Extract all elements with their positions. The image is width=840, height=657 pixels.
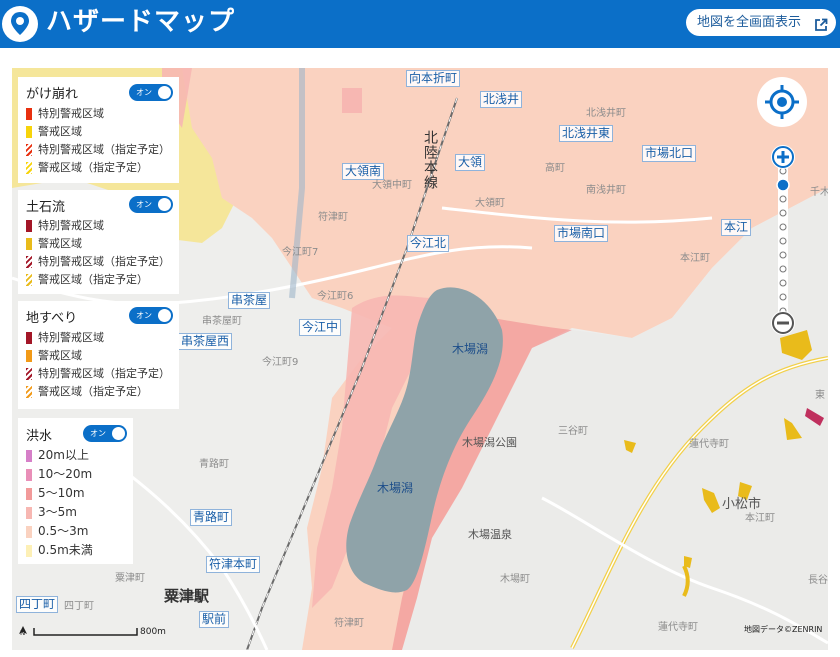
lake-label: 木場潟 bbox=[452, 342, 489, 356]
toggle-knob bbox=[112, 427, 125, 440]
map-label: 青路町 bbox=[199, 459, 229, 470]
map-label: 符津町 bbox=[334, 618, 364, 629]
legend-title: がけ崩れ bbox=[26, 87, 79, 102]
station-label: 粟津駅 bbox=[164, 587, 210, 605]
legend-landslide: がけ崩れ オン 特別警戒区域 警戒区域 特別警戒区域（指定予定） 警戒区域（指定… bbox=[18, 77, 179, 183]
map-label: 高町 bbox=[545, 163, 565, 174]
land-slip-toggle[interactable]: オン bbox=[129, 307, 173, 324]
debris-flow-toggle[interactable]: オン bbox=[129, 196, 173, 213]
minus-icon bbox=[772, 312, 794, 334]
map-label: 本江 bbox=[721, 219, 752, 236]
toggle-knob bbox=[158, 309, 171, 322]
plus-icon bbox=[772, 146, 794, 168]
page-title: ハザードマップ bbox=[46, 7, 236, 37]
map-label: 今江町9 bbox=[262, 357, 299, 368]
toggle-label: オン bbox=[90, 429, 106, 438]
map-label: 符津町 bbox=[318, 212, 348, 223]
map-label: 粟津町 bbox=[115, 573, 145, 584]
map-label: 大領中町 bbox=[372, 180, 412, 191]
lake-label: 木場潟 bbox=[377, 481, 414, 495]
map-label: 木場温泉 bbox=[468, 528, 512, 541]
map-label: 市場南口 bbox=[554, 225, 609, 242]
zoom-slider-knob bbox=[776, 178, 790, 192]
zoom-in-button[interactable] bbox=[771, 145, 795, 169]
map-label: 東 bbox=[815, 390, 825, 401]
landslide-toggle[interactable]: オン bbox=[129, 84, 173, 101]
toggle-knob bbox=[158, 198, 171, 211]
map-label: 本江町 bbox=[745, 513, 775, 524]
map-credit: 地図データ©ZENRIN bbox=[744, 625, 823, 634]
map-label: 四丁町 bbox=[16, 596, 59, 613]
rail-line-label: 北陸本線 bbox=[422, 130, 438, 190]
map-label: 本江町 bbox=[680, 253, 710, 264]
map-label: 大領町 bbox=[475, 198, 505, 209]
map-pin-icon bbox=[2, 6, 38, 42]
map-label: 木場潟公園 bbox=[462, 436, 517, 449]
map-label: 千木 bbox=[810, 187, 828, 198]
current-location-icon bbox=[765, 85, 799, 119]
map-label: 串茶屋町 bbox=[202, 316, 242, 327]
map-label: 駅前 bbox=[199, 611, 230, 628]
map-label: 今江北 bbox=[407, 235, 450, 252]
map-label: 長谷 bbox=[808, 575, 828, 586]
map-label: 蓮代寺町 bbox=[689, 439, 729, 450]
current-location-button[interactable] bbox=[757, 77, 807, 127]
app-header: ハザードマップ 地図を全画面表示 bbox=[0, 0, 840, 48]
map-label: 三谷町 bbox=[558, 426, 588, 437]
map-label: 木場町 bbox=[500, 574, 530, 585]
fullscreen-map-label: 地図を全画面表示 bbox=[697, 15, 802, 30]
zoom-slider[interactable] bbox=[770, 145, 796, 335]
map-label: 北浅井 bbox=[480, 91, 523, 108]
legend-title: 地すべり bbox=[26, 311, 78, 326]
map-label: 符津本町 bbox=[206, 556, 261, 573]
map-label: 南浅井町 bbox=[586, 185, 626, 196]
toggle-label: オン bbox=[136, 200, 152, 209]
map-label: 今江町6 bbox=[317, 291, 354, 302]
toggle-knob bbox=[158, 86, 171, 99]
toggle-label: オン bbox=[136, 311, 152, 320]
map-label: 串茶屋西 bbox=[178, 333, 233, 350]
map-label: 四丁町 bbox=[64, 601, 94, 612]
scale-label: 800m bbox=[140, 627, 166, 637]
legend-flood: 洪水 オン 20m以上 10〜20m 5〜10m 3〜5m 0.5〜3m 0.5… bbox=[18, 418, 133, 564]
legend-title: 洪水 bbox=[26, 429, 53, 444]
map-label: 大領 bbox=[455, 154, 486, 171]
legend-land-slip: 地すべり オン 特別警戒区域 警戒区域 特別警戒区域（指定予定） 警戒区域（指定… bbox=[18, 301, 179, 409]
map-label: 串茶屋 bbox=[228, 292, 271, 309]
fullscreen-map-button[interactable]: 地図を全画面表示 bbox=[686, 9, 836, 36]
map-label: 蓮代寺町 bbox=[658, 622, 698, 633]
north-label: N bbox=[20, 629, 26, 637]
flood-toggle[interactable]: オン bbox=[83, 425, 127, 442]
external-link-icon bbox=[814, 15, 828, 42]
map-label: 市場北口 bbox=[642, 145, 697, 162]
toggle-label: オン bbox=[136, 88, 152, 97]
map-scale-bar: N 800m bbox=[18, 624, 168, 640]
map-label: 青路町 bbox=[190, 509, 233, 526]
scale-line bbox=[33, 628, 138, 636]
zoom-out-button[interactable] bbox=[771, 311, 795, 335]
map-label: 今江中 bbox=[299, 319, 342, 336]
map-label: 北浅井東 bbox=[559, 125, 614, 142]
map-label: 向本折町 bbox=[406, 70, 461, 87]
map-label: 北浅井町 bbox=[586, 108, 626, 119]
zoom-track bbox=[776, 157, 790, 323]
map-label: 今江町7 bbox=[282, 247, 319, 258]
legend-debris-flow: 土石流 オン 特別警戒区域 警戒区域 特別警戒区域（指定予定） 警戒区域（指定予… bbox=[18, 190, 179, 294]
legend-title: 土石流 bbox=[26, 200, 66, 215]
